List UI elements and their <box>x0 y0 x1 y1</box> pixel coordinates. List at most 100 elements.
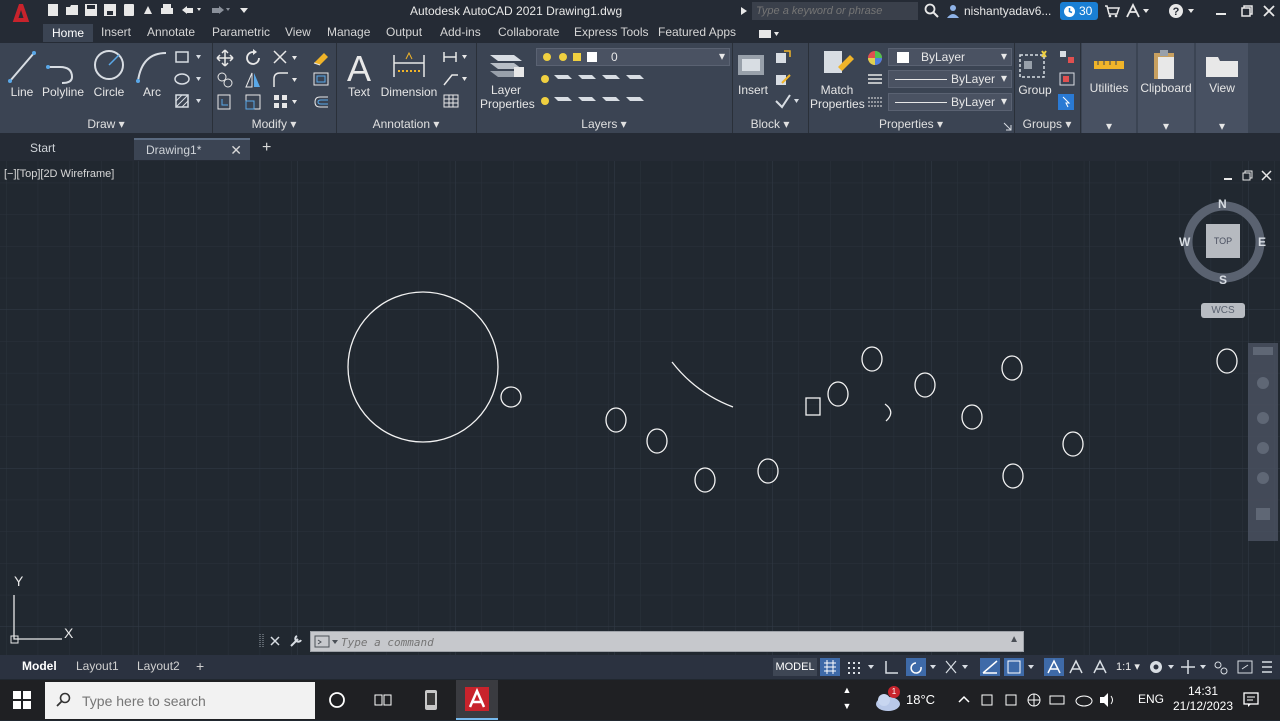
web-mobile-icon[interactable] <box>122 3 136 17</box>
layer-dropdown[interactable]: 0 ▾ <box>536 48 730 66</box>
close-tab-icon[interactable]: ✕ <box>230 140 242 160</box>
clock[interactable]: 14:31 21/12/2023 <box>1170 684 1236 716</box>
search-arrow-icon[interactable] <box>740 5 748 15</box>
linetype-dropdown[interactable]: ByLayer ▾ <box>888 70 1012 88</box>
drawing-area[interactable] <box>0 161 1280 655</box>
help-search-input[interactable] <box>752 2 918 20</box>
leader-icon[interactable] <box>442 71 472 87</box>
dimension-tool[interactable]: Dimension <box>380 47 438 113</box>
cortana-icon[interactable] <box>328 691 346 709</box>
user-menu[interactable]: nishantyadav6... <box>946 2 1051 20</box>
tab-collaborate[interactable]: Collaborate <box>498 25 559 39</box>
groups-panel-title[interactable]: Groups ▾ <box>1014 117 1080 133</box>
viewcube[interactable]: N S E W TOP <box>1174 193 1274 293</box>
edit-block-icon[interactable] <box>774 71 792 87</box>
utilities-panel[interactable]: Utilities ▾ <box>1082 43 1136 133</box>
ungroup-icon[interactable] <box>1058 49 1076 65</box>
share-icon[interactable] <box>141 3 155 17</box>
circle-tool[interactable]: Circle <box>88 47 130 113</box>
phone-app-icon[interactable] <box>422 688 440 712</box>
color-dropdown[interactable]: ByLayer ▾ <box>888 48 1012 66</box>
minimize-icon[interactable] <box>1214 4 1228 18</box>
redo-icon[interactable] <box>208 3 232 17</box>
block-panel-title[interactable]: Block ▾ <box>732 117 808 133</box>
viewcube-west[interactable]: W <box>1179 235 1190 249</box>
autodesk-a360-icon[interactable] <box>1125 2 1151 19</box>
viewcube-north[interactable]: N <box>1218 197 1227 211</box>
tab-manage[interactable]: Manage <box>327 25 370 39</box>
taskbar-search-input[interactable] <box>45 682 315 719</box>
viewport-restore-icon[interactable] <box>1242 170 1253 181</box>
viewport-minimize-icon[interactable] <box>1223 171 1233 181</box>
add-layout-icon[interactable]: + <box>192 656 208 676</box>
tab-annotate[interactable]: Annotate <box>147 25 195 39</box>
undo-icon[interactable] <box>179 3 203 17</box>
tab-output[interactable]: Output <box>386 25 422 39</box>
task-view-icon[interactable] <box>373 691 393 709</box>
navigation-bar[interactable] <box>1248 343 1278 541</box>
clipboard-panel[interactable]: Clipboard ▾ <box>1138 43 1194 133</box>
insert-block-tool[interactable]: Insert <box>734 47 772 113</box>
wcs-menu[interactable]: WCS <box>1201 303 1245 318</box>
layer-tools-icons[interactable] <box>536 71 646 113</box>
offset-icon[interactable] <box>312 93 330 111</box>
linear-dimension-icon[interactable] <box>442 49 472 65</box>
group-tool[interactable]: Group <box>1016 47 1054 113</box>
view-panel[interactable]: View ▾ <box>1196 43 1248 133</box>
array-grid-icon[interactable] <box>272 93 302 111</box>
command-line-handle[interactable] <box>259 633 265 649</box>
open-icon[interactable] <box>65 3 79 17</box>
scale-icon[interactable] <box>244 93 262 111</box>
drawing-canvas[interactable]: [−][Top][2D Wireframe] N S E W TOP WCS Y… <box>0 161 1280 655</box>
tab-featured-apps[interactable]: Featured Apps <box>658 25 736 39</box>
workspace-gear-icon[interactable] <box>1148 658 1280 676</box>
help-icon[interactable]: ? <box>1168 3 1196 19</box>
plot-icon[interactable] <box>160 3 174 17</box>
copy-icon[interactable] <box>216 71 234 89</box>
rectangle-icon[interactable] <box>174 49 204 65</box>
close-icon[interactable] <box>1262 4 1276 18</box>
new-icon[interactable] <box>46 3 60 17</box>
annotation-scale-dropdown[interactable]: 1:1 ▾ <box>1116 658 1142 676</box>
stretch-icon[interactable] <box>216 93 234 111</box>
layers-panel-title[interactable]: Layers ▾ <box>476 117 732 133</box>
layout-tab-layout1[interactable]: Layout1 <box>72 656 123 676</box>
restore-icon[interactable] <box>1240 4 1254 18</box>
polyline-tool[interactable]: Polyline <box>42 47 84 113</box>
annotation-scale-icons[interactable] <box>1044 658 1116 676</box>
tab-add-ins[interactable]: Add-ins <box>440 25 481 39</box>
viewcube-east[interactable]: E <box>1258 235 1266 249</box>
properties-panel-title[interactable]: Properties ▾ <box>808 117 1014 133</box>
mirror-icon[interactable] <box>244 71 262 89</box>
rotate-icon[interactable] <box>244 49 262 67</box>
group-selection-icon[interactable] <box>1057 93 1075 111</box>
viewport-controls[interactable]: [−][Top][2D Wireframe] <box>4 168 114 180</box>
taskbar-scroll[interactable]: ▲ ▼ <box>842 682 852 718</box>
search-icon[interactable] <box>924 3 940 19</box>
ribbon-minimize-icon[interactable] <box>758 28 780 38</box>
new-tab-icon[interactable]: + <box>262 139 276 157</box>
viewcube-top-face[interactable]: TOP <box>1206 236 1240 246</box>
group-edit-icon[interactable] <box>1058 71 1076 87</box>
text-tool[interactable]: A Text <box>340 47 378 113</box>
create-block-icon[interactable] <box>774 49 792 65</box>
autocad-taskbar-button[interactable] <box>456 680 498 720</box>
system-tray-icons[interactable] <box>956 690 1136 710</box>
customize-wrench-icon[interactable] <box>288 633 304 649</box>
tab-insert[interactable]: Insert <box>101 25 131 39</box>
modify-panel-title[interactable]: Modify ▾ <box>212 117 336 133</box>
annotation-panel-title[interactable]: Annotation ▾ <box>336 117 476 133</box>
cart-icon[interactable] <box>1104 4 1121 18</box>
viewcube-south[interactable]: S <box>1219 273 1227 287</box>
command-history-icon[interactable]: ▲ <box>1009 634 1019 645</box>
notification-icon[interactable] <box>1242 690 1260 708</box>
arc-tool[interactable]: Arc <box>134 47 170 113</box>
tab-home[interactable]: Home <box>43 24 94 42</box>
layout-tab-layout2[interactable]: Layout2 <box>133 656 184 676</box>
fillet-icon[interactable] <box>272 71 302 89</box>
edit-attributes-icon[interactable] <box>774 93 804 109</box>
tab-parametric[interactable]: Parametric <box>212 25 270 39</box>
move-icon[interactable] <box>216 49 234 67</box>
windows-start-icon[interactable] <box>13 691 31 709</box>
viewport-close-icon[interactable] <box>1261 170 1272 181</box>
